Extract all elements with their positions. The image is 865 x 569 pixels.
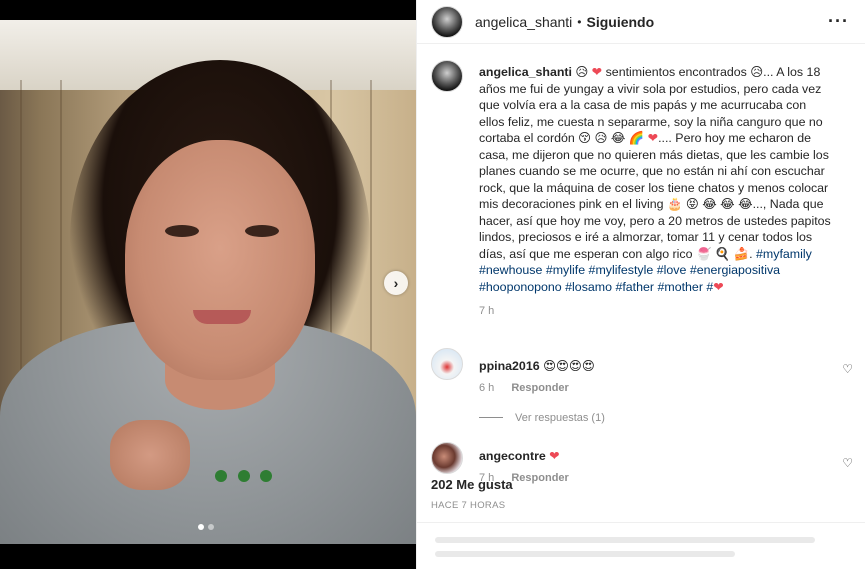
carousel-dot-active <box>198 524 204 530</box>
hashtag-link[interactable]: #love <box>657 263 687 277</box>
photo-eye <box>165 225 199 237</box>
hashtag-link[interactable]: #energiapositiva <box>690 263 780 277</box>
commenter-avatar[interactable] <box>431 441 463 474</box>
heart-emoji: ❤ <box>713 279 724 294</box>
hashtag-link[interactable]: #hooponopono <box>479 280 562 294</box>
view-replies-label: Ver respuestas (1) <box>515 411 605 424</box>
photo-face <box>125 140 315 380</box>
reply-button[interactable]: Responder <box>511 382 568 394</box>
more-dots-icon[interactable]: ··· <box>828 12 849 30</box>
post-photo[interactable] <box>0 20 416 544</box>
comment-item: ppina2016 😍😍😍😍 6 h Responder ♡ <box>417 347 865 394</box>
author-username[interactable]: angelica_shanti <box>475 14 572 30</box>
comment-box-blurred <box>435 551 735 557</box>
hashtag-link[interactable]: #mylife <box>546 263 585 277</box>
post-side-panel: angelica_shanti • Siguiendo ··· angelica… <box>416 0 865 569</box>
hashtag-link[interactable]: #newhouse <box>479 263 542 277</box>
comment-line: ppina2016 😍😍😍😍 <box>479 358 595 373</box>
carousel-next-button[interactable]: › <box>384 271 408 295</box>
caption-time: 7 h <box>479 305 495 317</box>
hashtag-link[interactable]: #mylifestyle <box>589 263 654 277</box>
commenter-avatar[interactable] <box>431 347 463 380</box>
caption-body: angelica_shanti 😥 ❤ sentimientos encontr… <box>479 64 835 320</box>
comment-line: angecontre ❤ <box>479 448 583 463</box>
header-separator: • <box>577 14 582 29</box>
photo-shamrock <box>215 470 227 482</box>
post-photo-area: › <box>0 0 416 569</box>
post-header: angelica_shanti • Siguiendo ··· <box>417 0 865 44</box>
add-comment-area[interactable] <box>417 522 865 569</box>
photo-fist <box>110 420 190 490</box>
caption-segment: 😥 <box>571 65 592 79</box>
hashtag-link[interactable]: #myfamily <box>756 247 812 261</box>
carousel-dot <box>208 524 214 530</box>
photo-eye <box>245 225 279 237</box>
comment-time: 6 h <box>479 381 495 394</box>
author-avatar[interactable] <box>431 5 463 38</box>
heart-outline-icon[interactable]: ♡ <box>842 362 853 376</box>
comment-text: 😍😍😍😍 <box>543 358 595 373</box>
commenter-username[interactable]: ppina2016 <box>479 359 540 373</box>
caption-text: angelica_shanti 😥 ❤ sentimientos encontr… <box>479 64 835 295</box>
heart-emoji: ❤ <box>647 131 659 145</box>
photo-mouth <box>193 310 251 324</box>
hashtag-link[interactable]: #mother <box>657 280 702 294</box>
photo-shamrock <box>260 470 272 482</box>
photo-shamrock <box>238 470 250 482</box>
post-caption: angelica_shanti 😥 ❤ sentimientos encontr… <box>417 44 865 320</box>
comment-body: ppina2016 😍😍😍😍 6 h Responder <box>479 348 595 394</box>
heart-outline-icon[interactable]: ♡ <box>842 456 853 470</box>
view-replies-button[interactable]: Ver respuestas (1) <box>479 412 865 424</box>
hashtag-link[interactable]: #father <box>615 280 654 294</box>
replies-line <box>479 417 503 418</box>
commenter-username[interactable]: angecontre <box>479 449 546 463</box>
comment-meta: 6 h Responder <box>479 382 595 394</box>
heart-emoji: ❤ <box>591 65 603 79</box>
caption-segment: .... Pero hoy me echaron de casa, me dij… <box>479 131 831 261</box>
carousel-indicator <box>198 524 214 530</box>
instagram-post-modal: › angelica_shanti • Siguiendo ··· angeli… <box>0 0 865 569</box>
caption-username[interactable]: angelica_shanti <box>479 65 572 79</box>
following-button[interactable]: Siguiendo <box>587 14 655 30</box>
posted-ago: HACE 7 HORAS <box>431 500 506 511</box>
comment-text: ❤ <box>549 448 560 463</box>
hashtag-link[interactable]: #losamo <box>565 280 612 294</box>
caption-author-avatar[interactable] <box>431 60 463 92</box>
chevron-right-icon: › <box>393 275 399 291</box>
comment-box-blurred <box>435 537 815 543</box>
likes-count[interactable]: 202 Me gusta <box>417 477 527 492</box>
